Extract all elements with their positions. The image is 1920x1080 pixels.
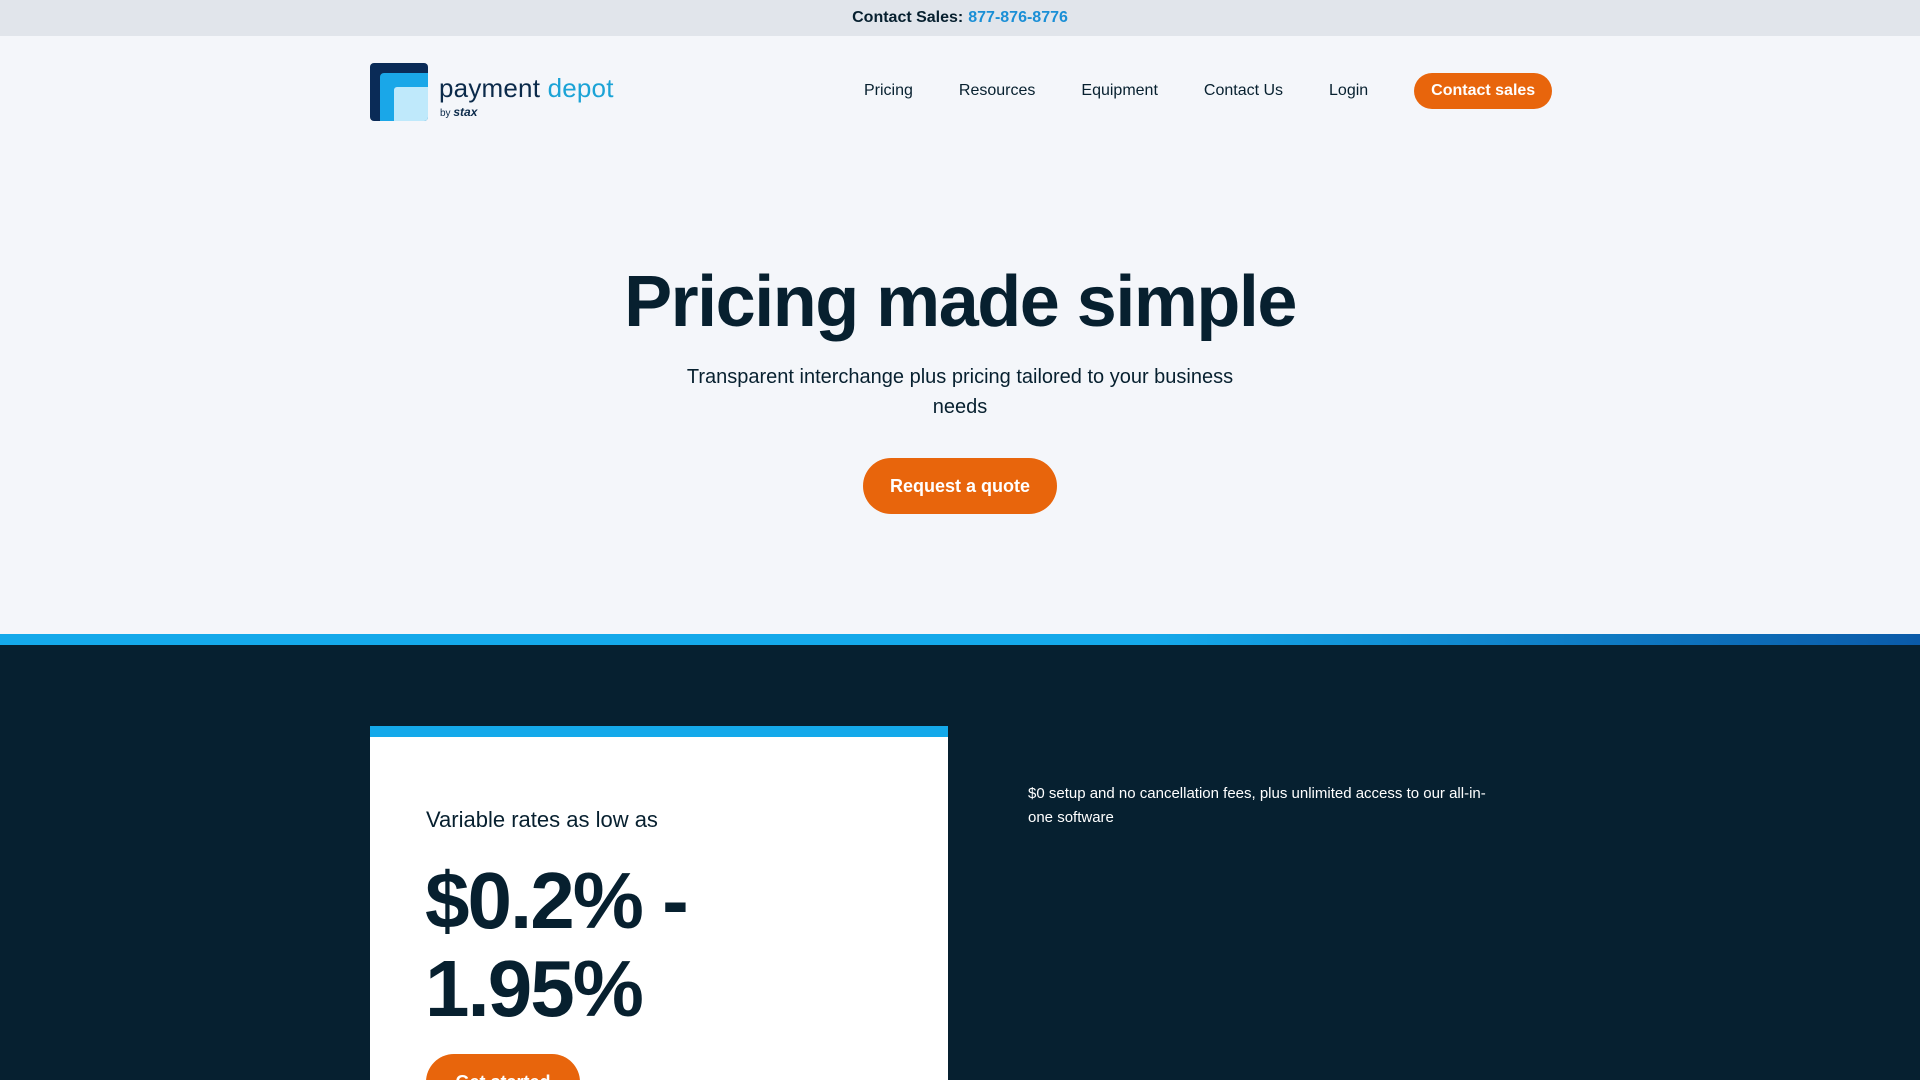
pricing-card: Variable rates as low as $0.2% - 1.95% G… bbox=[370, 726, 948, 1080]
logo-brand-stax: stax bbox=[453, 105, 478, 119]
pricing-benefits-text: $0 setup and no cancellation fees, plus … bbox=[1028, 785, 1486, 826]
request-quote-button[interactable]: Request a quote bbox=[863, 458, 1057, 514]
nav-equipment[interactable]: Equipment bbox=[1081, 82, 1158, 100]
contact-sales-label: Contact Sales: bbox=[852, 9, 964, 26]
contact-sales-phone-link[interactable]: 877-876-8776 bbox=[968, 9, 1068, 27]
nav-login[interactable]: Login bbox=[1329, 82, 1368, 100]
logo-mark-icon bbox=[370, 63, 428, 121]
logo-by: by bbox=[440, 108, 451, 119]
contact-sales-button[interactable]: Contact sales bbox=[1414, 73, 1553, 109]
get-started-button[interactable]: Get started bbox=[426, 1054, 580, 1080]
nav-contact-us[interactable]: Contact Us bbox=[1204, 82, 1283, 100]
top-contact-bar: Contact Sales: 877-876-8776 bbox=[0, 0, 1920, 36]
site-header: payment depot by stax Pricing Resources … bbox=[0, 36, 1920, 146]
hero-subtitle: Transparent interchange plus pricing tai… bbox=[686, 366, 1234, 418]
nav-resources[interactable]: Resources bbox=[959, 82, 1035, 100]
hero-section: Pricing made simple Transparent intercha… bbox=[0, 146, 1920, 634]
nav-pricing[interactable]: Pricing bbox=[864, 82, 913, 100]
logo-word-depot: depot bbox=[547, 73, 614, 103]
pricing-section bbox=[0, 645, 1920, 1080]
hero-title: Pricing made simple bbox=[624, 262, 1297, 342]
logo-wordmark: payment depot by stax bbox=[439, 63, 614, 119]
pricing-card-label: Variable rates as low as bbox=[426, 807, 658, 832]
logo-word-payment: payment bbox=[439, 73, 541, 103]
section-divider-stripe bbox=[0, 634, 1920, 645]
payment-depot-logo[interactable]: payment depot by stax bbox=[370, 63, 614, 121]
main-nav: Pricing Resources Equipment Contact Us L… bbox=[864, 73, 1553, 109]
pricing-card-rate: $0.2% - 1.95% bbox=[425, 856, 689, 1033]
